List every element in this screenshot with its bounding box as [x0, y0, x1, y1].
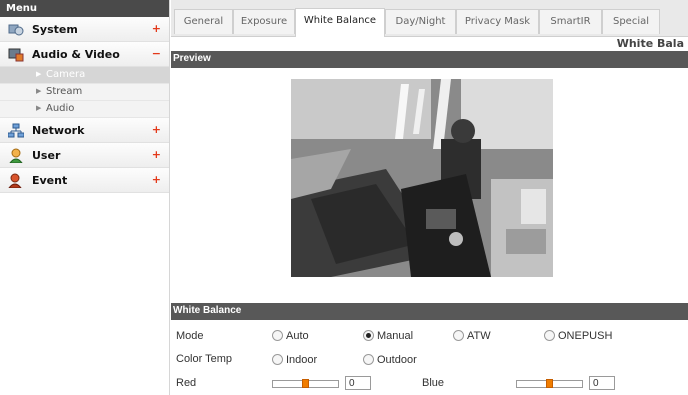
menu-audio-video[interactable]: Audio & Video − [0, 42, 169, 67]
camera-preview [291, 79, 553, 277]
menu-user-label: User [32, 149, 61, 162]
page-title: White Bala [616, 37, 684, 50]
radio-icon[interactable] [453, 330, 464, 341]
red-slider-thumb[interactable] [302, 379, 309, 388]
mode-onepush-radio[interactable]: ONEPUSH [544, 330, 612, 342]
radio-icon[interactable] [544, 330, 555, 341]
menu-event-label: Event [32, 174, 68, 187]
menu-user[interactable]: User + [0, 143, 169, 168]
chevron-right-icon: ▶ [36, 70, 42, 78]
mode-option-label: ONEPUSH [558, 330, 613, 342]
event-icon [8, 173, 22, 188]
tab-exposure[interactable]: Exposure [233, 9, 295, 34]
radio-icon[interactable] [363, 354, 374, 365]
sidebar-item-camera[interactable]: ▶ Camera [0, 67, 169, 84]
mode-atw-radio[interactable]: ATW [453, 330, 491, 342]
menu-network-label: Network [32, 124, 85, 137]
expand-icon[interactable]: + [152, 123, 161, 136]
color-temp-option-label: Outdoor [377, 354, 417, 366]
camera-preview-image [291, 79, 553, 277]
audio-video-icon [8, 48, 24, 62]
sidebar-item-label: Camera [46, 69, 86, 80]
sidebar-item-label: Audio [46, 103, 75, 114]
network-icon [8, 123, 24, 138]
tab-day-night[interactable]: Day/Night [385, 9, 456, 34]
expand-icon[interactable]: + [152, 148, 161, 161]
mode-option-label: Manual [377, 330, 414, 342]
mode-option-label: ATW [467, 330, 491, 342]
user-icon [9, 148, 23, 163]
chevron-right-icon: ▶ [36, 104, 42, 112]
red-value-input[interactable] [345, 376, 371, 390]
menu-network[interactable]: Network + [0, 118, 169, 143]
radio-icon[interactable] [272, 354, 283, 365]
color-temp-indoor-radio[interactable]: Indoor [272, 354, 317, 366]
tab-smartir[interactable]: SmartIR [539, 9, 602, 34]
radio-selected-icon[interactable] [363, 330, 374, 341]
radio-icon[interactable] [272, 330, 283, 341]
tab-privacy-mask[interactable]: Privacy Mask [456, 9, 539, 34]
blue-value-input[interactable] [589, 376, 615, 390]
sidebar: Menu System + Audio & Video − ▶ Camera ▶… [0, 0, 170, 395]
main-content: General Exposure White Balance Day/Night… [171, 0, 688, 395]
collapse-icon[interactable]: − [152, 47, 161, 60]
red-label: Red [176, 377, 197, 389]
menu-system[interactable]: System + [0, 17, 169, 42]
sidebar-item-audio[interactable]: ▶ Audio [0, 101, 169, 118]
sidebar-item-stream[interactable]: ▶ Stream [0, 84, 169, 101]
chevron-right-icon: ▶ [36, 87, 42, 95]
tab-white-balance[interactable]: White Balance [295, 8, 385, 37]
blue-label: Blue [422, 377, 445, 389]
white-balance-section-header: White Balance [171, 303, 688, 320]
menu-event[interactable]: Event + [0, 168, 169, 193]
mode-auto-radio[interactable]: Auto [272, 330, 309, 342]
system-icon [8, 24, 24, 36]
tab-special[interactable]: Special [602, 9, 660, 34]
menu-header: Menu [0, 0, 169, 17]
expand-icon[interactable]: + [152, 173, 161, 186]
mode-label: Mode [176, 330, 204, 342]
mode-option-label: Auto [286, 330, 309, 342]
color-temp-label: Color Temp [176, 353, 233, 365]
tab-bar: General Exposure White Balance Day/Night… [171, 0, 688, 37]
expand-icon[interactable]: + [152, 22, 161, 35]
menu-audio-video-label: Audio & Video [32, 48, 120, 61]
preview-section-header: Preview [171, 51, 688, 68]
tab-general[interactable]: General [174, 9, 233, 34]
blue-slider-thumb[interactable] [546, 379, 553, 388]
menu-system-label: System [32, 23, 78, 36]
sidebar-item-label: Stream [46, 86, 83, 97]
color-temp-option-label: Indoor [286, 354, 318, 366]
color-temp-outdoor-radio[interactable]: Outdoor [363, 354, 417, 366]
mode-manual-radio[interactable]: Manual [363, 330, 413, 342]
